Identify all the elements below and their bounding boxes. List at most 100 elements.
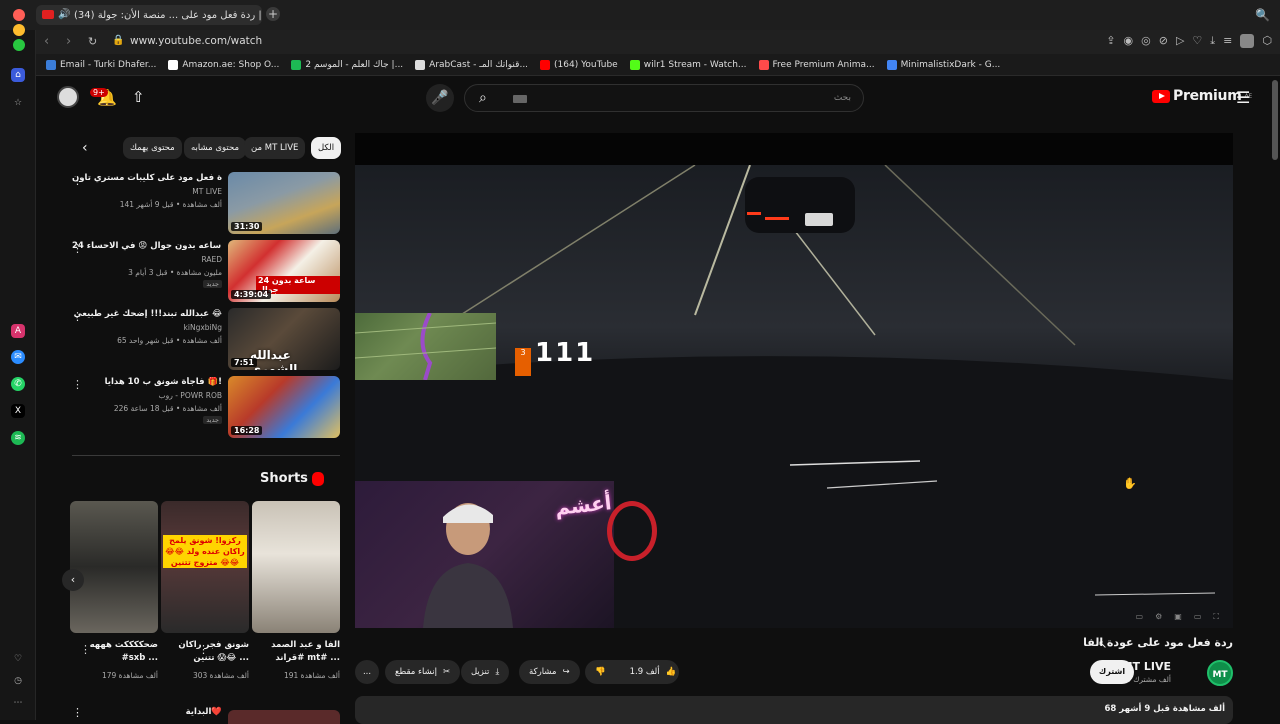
forward-icon[interactable]: ›	[66, 34, 71, 49]
video-thumbnail[interactable]: 24 ساعة بدون جوال 4:39:04	[228, 240, 340, 302]
profile-icon[interactable]	[1240, 34, 1255, 48]
more-options-icon[interactable]: ⋮	[72, 706, 83, 719]
history-icon[interactable]: ◷	[11, 674, 25, 688]
bookmark-item[interactable]: wilr1 Stream - Watch...	[629, 59, 747, 70]
voice-search-button[interactable]: 🎤	[426, 84, 454, 112]
page-scrollbar[interactable]	[1272, 80, 1278, 160]
minimize-window-button[interactable]	[13, 24, 25, 36]
video-title[interactable]: ردة فعل مود على كليبات مستري تاون	[72, 173, 222, 183]
more-actions-button[interactable]: ...	[355, 660, 379, 684]
short-thumbnail[interactable]	[70, 501, 158, 633]
channel-name[interactable]: روب - POWR ROB	[159, 391, 222, 400]
bookmark-item[interactable]: MinimalistixDark - G...	[886, 59, 1001, 70]
video-thumbnail[interactable]	[228, 710, 340, 724]
theater-icon[interactable]: ▭	[1194, 612, 1202, 622]
video-thumbnail[interactable]: عبدالله الشمري 7:51	[228, 308, 340, 370]
messenger-icon[interactable]: ✉	[11, 350, 25, 364]
video-title[interactable]: فاجأة شونق ب 10 هدايا 🎁!	[72, 377, 222, 387]
recommendation-item[interactable]: ⋮ عبدالله الشمري 7:51 عبدالله تبند!!! إض…	[70, 308, 340, 372]
heart-icon[interactable]: ♡	[1192, 34, 1202, 48]
download-button[interactable]: تنزيل ⤓	[461, 660, 510, 684]
x-icon[interactable]: X	[11, 404, 25, 418]
download-icon[interactable]: ⤓	[1210, 34, 1215, 48]
camera-icon[interactable]: ◉	[1124, 34, 1134, 48]
recommendation-item[interactable]: ⋮ 31:30 ردة فعل مود على كليبات مستري تاو…	[70, 172, 340, 236]
zoom-window-button[interactable]	[13, 39, 25, 51]
short-views: 303 ألف مشاهدة	[192, 671, 249, 680]
recommendation-item[interactable]: ⋮ 16:28 فاجأة شونق ب 10 هدايا 🎁! روب - P…	[70, 376, 340, 440]
bookmark-favicon-icon	[886, 59, 897, 70]
miniplayer-icon[interactable]: ▣	[1174, 612, 1182, 622]
recommendation-item[interactable]: ⋮ 24 ساعة بدون جوال 4:39:04 24 ساعه بدون…	[70, 240, 340, 304]
new-badge: جديد	[203, 416, 222, 424]
account-avatar[interactable]	[57, 86, 79, 108]
bookmark-item[interactable]: (164) YouTube	[540, 59, 618, 70]
video-thumbnail[interactable]: 31:30	[228, 172, 340, 234]
close-window-button[interactable]	[13, 9, 25, 21]
tracking-icon[interactable]: ◎	[1141, 34, 1151, 48]
toolbar-icons: ⇪ ◉ ◎ ⊘ ▷ ♡ ⤓ ≡ ⬡	[1106, 34, 1272, 48]
short-thumbnail[interactable]: ركزوا! شونق يلمح راكان عنده ولد 😂😂 متزوج…	[161, 501, 249, 633]
bookmark-label: Amazon.ae: Shop O...	[182, 59, 280, 70]
chip-similar[interactable]: محتوى مشابه	[184, 137, 246, 159]
chip-from-channel[interactable]: من MT LIVE	[244, 137, 306, 159]
channel-avatar[interactable]: MT	[1207, 660, 1233, 686]
reload-icon[interactable]: ↻	[88, 35, 97, 48]
chip-all[interactable]: الكل	[311, 137, 342, 159]
whatsapp-icon[interactable]: ✆	[11, 377, 25, 391]
like-icon[interactable]: 👍	[666, 660, 677, 684]
more-options-icon[interactable]: ⋮	[80, 643, 91, 656]
browser-tab-active[interactable]: 🔊 (34) ردة فعل مود على ... منصة الأن: جو…	[36, 5, 262, 25]
settings-icon[interactable]: ⚙	[1155, 612, 1162, 622]
bookmark-item[interactable]: Amazon.ae: Shop O...	[168, 59, 280, 70]
channel-name[interactable]: MT LIVE	[192, 187, 222, 196]
clip-button[interactable]: إنشاء مقطع ✂	[385, 660, 461, 684]
bookmark-item[interactable]: Free Premium Anima...	[758, 59, 875, 70]
search-icon[interactable]: 🔍	[1255, 8, 1270, 22]
share-button[interactable]: مشاركة ↪	[519, 660, 580, 684]
search-input[interactable]: ⌕ بحث	[464, 84, 864, 112]
chip-for-you[interactable]: محتوى يهمك	[123, 137, 182, 159]
short-title[interactable]: الفا و عبد الصمد #قراند mt# ...	[252, 639, 340, 665]
guide-menu-icon[interactable]: ☰	[1236, 88, 1250, 107]
new-tab-button[interactable]: +	[266, 7, 280, 21]
recommendation-item[interactable]: ⋮ البداية❤️	[70, 706, 340, 724]
menu-icon[interactable]: ≡	[1223, 34, 1232, 48]
share-page-icon[interactable]: ⇪	[1106, 34, 1115, 48]
player-icon[interactable]: ▷	[1176, 34, 1184, 48]
more-icon[interactable]: ⋯	[11, 696, 25, 710]
channel-name[interactable]: RAED	[201, 255, 222, 264]
video-player[interactable]: 3 111 أعشم ▭ ⚙ ▣ ▭ ⛶ ✋	[355, 133, 1233, 628]
bookmark-item[interactable]: جاك العلم - الموسم 2 |...	[291, 59, 403, 70]
keyboard-icon[interactable]	[513, 95, 527, 103]
channel-name[interactable]: kiNgxbiNg	[184, 323, 222, 332]
browser-sidebar: ⌂ ☆ A ✉ ✆ X ≋ ♡ ◷ ⋯	[0, 30, 36, 720]
extensions-icon[interactable]: ⬡	[1262, 34, 1272, 48]
fullscreen-icon[interactable]: ⛶	[1213, 612, 1219, 622]
star-icon[interactable]: ☆	[11, 96, 25, 110]
video-title[interactable]: البداية❤️	[186, 707, 222, 717]
short-thumbnail[interactable]	[252, 501, 340, 633]
shorts-prev-arrow-icon[interactable]: ‹	[62, 569, 84, 591]
subscribe-button[interactable]: اشترك	[1090, 660, 1134, 684]
aria-icon[interactable]: A	[11, 324, 25, 338]
subtitles-icon[interactable]: ▭	[1136, 612, 1144, 622]
video-thumbnail[interactable]: 16:28	[228, 376, 340, 438]
back-icon[interactable]: ‹	[44, 34, 49, 49]
home-icon[interactable]: ⌂	[11, 68, 25, 82]
search-button-icon[interactable]: ⌕	[479, 90, 487, 106]
vpn-icon[interactable]: ⊘	[1159, 34, 1168, 48]
bookmark-item[interactable]: Email - Turki Dhafer...	[46, 59, 156, 70]
url-field[interactable]: www.youtube.com/watch	[130, 35, 262, 47]
minimap-route	[355, 312, 497, 381]
video-title[interactable]: عبدالله تبند!!! إضحك غير طبيعي 😂	[72, 309, 222, 319]
bookmark-item[interactable]: ArabCast - قنواتك المـ...	[415, 59, 528, 70]
speaker-icon[interactable]: 🔊	[58, 9, 70, 20]
dislike-icon[interactable]: 👎	[595, 660, 606, 684]
video-title[interactable]: 24 ساعه بدون جوال 😡 في الاحساء 🔥	[72, 241, 222, 251]
more-options-icon[interactable]: ⋮	[198, 643, 209, 656]
upload-icon[interactable]: ⇧	[132, 88, 145, 106]
bookmark-label: MinimalistixDark - G...	[900, 59, 1001, 70]
sidebar-heart-icon[interactable]: ♡	[11, 652, 25, 666]
spotify-icon[interactable]: ≋	[11, 431, 25, 445]
